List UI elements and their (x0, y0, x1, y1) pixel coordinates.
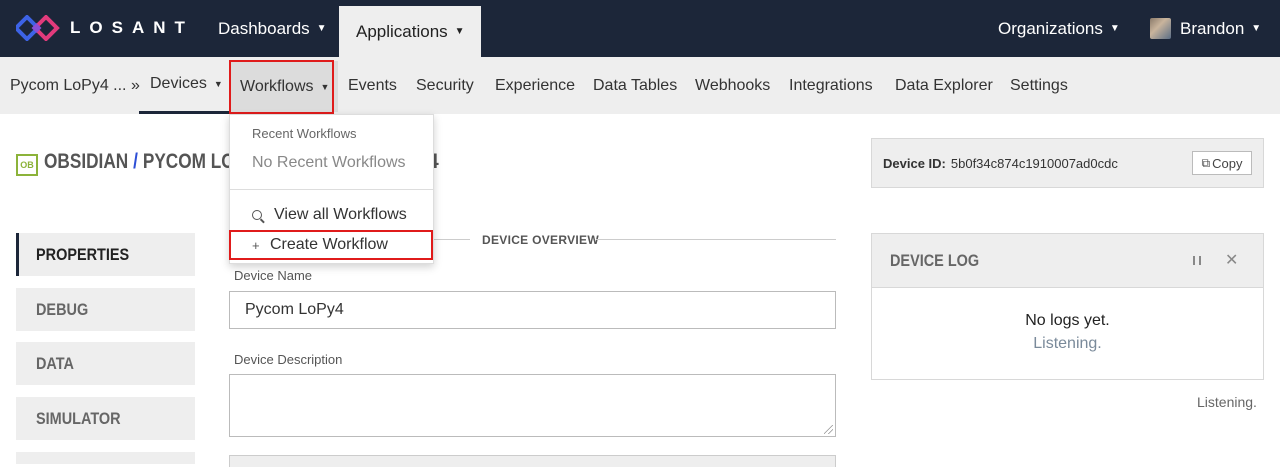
title-org[interactable]: OBSIDIAN (44, 150, 128, 173)
subnav-security-label: Security (416, 76, 474, 94)
device-log-panel: DEVICE LOG ✕ No logs yet. Listening. (871, 233, 1264, 380)
subnav-data-explorer[interactable]: Data Explorer (895, 57, 993, 114)
device-name-value: Pycom LoPy4 (245, 301, 344, 318)
tab-debug-label: DEBUG (36, 299, 89, 319)
nav-organizations-label: Organizations (998, 18, 1103, 38)
user-menu[interactable]: Brandon ▼ (1150, 0, 1261, 57)
device-name-label: Device Name (234, 268, 313, 283)
brand-name: LOSANT (70, 18, 194, 37)
next-field-partial[interactable] (229, 455, 836, 467)
subnav-security[interactable]: Security (416, 57, 474, 114)
tab-debug[interactable]: DEBUG (16, 288, 195, 331)
nav-organizations[interactable]: Organizations ▼ (998, 0, 1120, 57)
overview-heading: DEVICE OVERVIEW (482, 233, 599, 247)
workflows-dropdown-menu: Recent Workflows No Recent Workflows Vie… (229, 114, 434, 264)
subnav-experience-label: Experience (495, 76, 576, 94)
search-icon (252, 210, 262, 220)
org-badge: OB (16, 154, 38, 176)
chevron-down-icon: ▼ (320, 81, 330, 92)
nav-applications-label: Applications (356, 21, 448, 41)
device-description-label: Device Description (234, 352, 343, 367)
device-log-title: DEVICE LOG (890, 250, 980, 270)
user-name: Brandon (1180, 18, 1245, 38)
create-workflow-item[interactable]: + Create Workflow (252, 236, 388, 254)
subnav-devices-label: Devices (150, 75, 207, 92)
application-subnav: Pycom LoPy4 ... » Devices ▼ Workflows ▼ … (0, 57, 1280, 114)
chevron-down-icon: ▼ (316, 23, 327, 34)
subnav-data-tables[interactable]: Data Tables (593, 57, 677, 114)
device-description-input[interactable] (229, 374, 836, 437)
chevron-down-icon: ▼ (213, 79, 223, 89)
tab-simulator[interactable]: SIMULATOR (16, 397, 195, 440)
subnav-integrations[interactable]: Integrations (789, 57, 873, 114)
tab-next-partial[interactable] (16, 452, 195, 464)
tab-data-label: DATA (36, 353, 74, 373)
subnav-integrations-label: Integrations (789, 76, 873, 94)
recent-workflows-heading: Recent Workflows (252, 126, 357, 141)
subnav-events-label: Events (348, 76, 397, 94)
subnav-events[interactable]: Events (348, 57, 397, 114)
app-breadcrumb-label: Pycom LoPy4 ... » (10, 76, 140, 94)
pause-icon[interactable] (1193, 256, 1201, 265)
device-log-empty: No logs yet. (1025, 312, 1110, 329)
tab-data[interactable]: DATA (16, 342, 195, 385)
view-all-workflows-item[interactable]: View all Workflows (252, 206, 407, 224)
chevron-down-icon: ▼ (1251, 23, 1262, 34)
device-id-value: 5b0f34c874c1910007ad0cdc (950, 155, 1118, 171)
subnav-workflows[interactable]: Workflows ▼ (231, 61, 339, 112)
tab-properties[interactable]: PROPERTIES (16, 233, 195, 276)
subnav-settings[interactable]: Settings (1010, 57, 1068, 114)
subnav-settings-label: Settings (1010, 76, 1068, 94)
overview-divider-left (432, 239, 470, 240)
create-workflow-label: Create Workflow (270, 236, 388, 253)
nav-dashboards-label: Dashboards (218, 18, 310, 38)
resize-handle-icon[interactable] (824, 425, 833, 434)
dropdown-divider (230, 189, 433, 190)
subnav-webhooks-label: Webhooks (695, 76, 771, 94)
tab-simulator-label: SIMULATOR (36, 408, 121, 428)
plus-icon: + (252, 237, 260, 253)
device-name-input[interactable]: Pycom LoPy4 (229, 291, 836, 329)
no-recent-workflows-text: No Recent Workflows (252, 154, 406, 171)
listening-status-text: Listening. (1197, 394, 1257, 410)
nav-dashboards[interactable]: Dashboards ▼ (218, 0, 327, 57)
subnav-data-explorer-label: Data Explorer (895, 76, 993, 94)
overview-divider-right (596, 239, 836, 240)
tab-properties-label: PROPERTIES (36, 244, 130, 264)
device-id-label: Device ID: (883, 155, 946, 171)
subnav-webhooks[interactable]: Webhooks (695, 57, 770, 114)
device-log-status: Listening. (1033, 335, 1102, 352)
close-icon[interactable]: ✕ (1225, 250, 1238, 270)
page-title: OBSIDIAN / PYCOM LOP (44, 150, 246, 174)
chevron-down-icon: ▼ (454, 26, 465, 37)
view-all-workflows-label: View all Workflows (274, 206, 407, 223)
subnav-workflows-label: Workflows (240, 77, 314, 95)
subnav-experience[interactable]: Experience (495, 57, 575, 114)
chevron-down-icon: ▼ (1109, 23, 1120, 34)
copy-icon: ⧉ (1201, 155, 1211, 170)
copy-label: Copy (1212, 155, 1243, 171)
losant-logo-icon[interactable] (16, 15, 62, 41)
avatar (1150, 18, 1171, 39)
title-separator: / (133, 150, 138, 173)
device-log-header: DEVICE LOG ✕ (872, 234, 1263, 288)
app-breadcrumb[interactable]: Pycom LoPy4 ... » (10, 57, 140, 114)
subnav-data-tables-label: Data Tables (593, 76, 678, 94)
nav-applications[interactable]: Applications ▼ (339, 6, 481, 57)
copy-button[interactable]: ⧉ Copy (1192, 151, 1252, 175)
top-navbar: LOSANT Dashboards ▼ Applications ▼ Organ… (0, 0, 1280, 57)
device-id-box: Device ID: 5b0f34c874c1910007ad0cdc ⧉ Co… (871, 138, 1264, 188)
subnav-devices[interactable]: Devices ▼ (139, 57, 234, 114)
